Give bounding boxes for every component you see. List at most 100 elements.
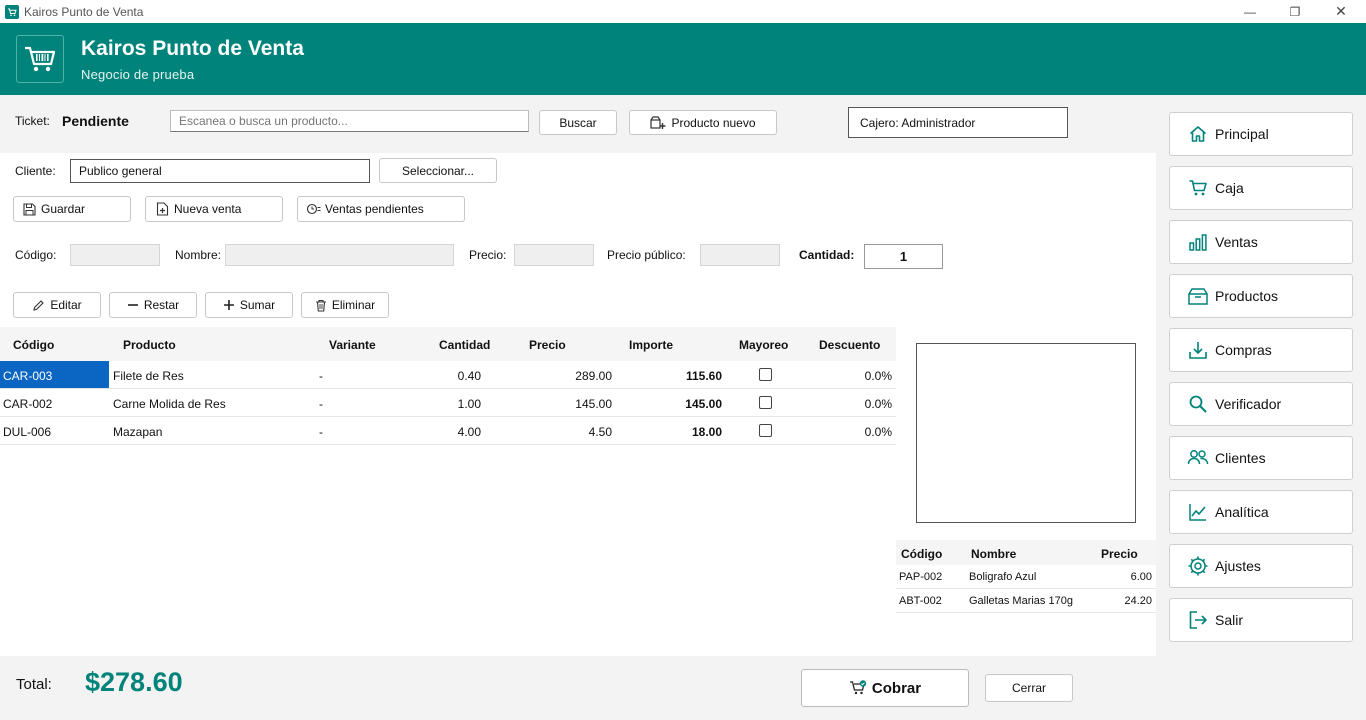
suggest-col-code[interactable]: Código xyxy=(901,547,942,561)
row-variant: - xyxy=(319,397,323,411)
total-label: Total: xyxy=(16,676,52,693)
save-button[interactable]: Guardar xyxy=(13,196,131,222)
row-amount: 18.00 xyxy=(691,425,722,439)
suggest-name: Galletas Marias 170g xyxy=(969,595,1073,607)
suggest-col-price[interactable]: Precio xyxy=(1101,547,1138,561)
suggest-col-name[interactable]: Nombre xyxy=(971,547,1016,561)
quantity-input[interactable]: 1 xyxy=(864,244,943,269)
gear-icon xyxy=(1187,555,1209,577)
search-button[interactable]: Buscar xyxy=(539,110,617,135)
delete-button[interactable]: Eliminar xyxy=(301,292,389,318)
price-label: Precio: xyxy=(469,248,507,262)
col-price[interactable]: Precio xyxy=(529,338,566,352)
sidebar-item-salir[interactable]: Salir xyxy=(1169,598,1353,642)
sidebar-item-compras[interactable]: Compras xyxy=(1169,328,1353,372)
table-row[interactable]: DUL-006 Mazapan - 4.00 4.50 18.00 0.0% xyxy=(0,417,896,445)
restore-button[interactable]: ❐ xyxy=(1272,0,1318,23)
window-titlebar: Kairos Punto de Venta — ❐ ✕ xyxy=(0,0,1366,23)
public-price-label: Precio público: xyxy=(607,248,686,262)
sidebar-item-label: Productos xyxy=(1215,288,1279,304)
sidebar-nav: Principal Caja Ventas Productos Compras … xyxy=(1156,95,1366,720)
col-quantity[interactable]: Cantidad xyxy=(439,338,490,352)
ticket-label: Ticket: xyxy=(15,114,50,128)
app-header: Kairos Punto de Venta Negocio de prueba xyxy=(0,23,1366,95)
new-product-button[interactable]: Producto nuevo xyxy=(629,110,777,135)
public-price-field xyxy=(700,244,780,266)
col-discount[interactable]: Descuento xyxy=(819,338,880,352)
total-value: $278.60 xyxy=(85,667,183,697)
window-title: Kairos Punto de Venta xyxy=(24,4,144,19)
pencil-icon xyxy=(32,299,45,312)
row-code: CAR-003 xyxy=(3,369,53,383)
sidebar-item-verificador[interactable]: Verificador xyxy=(1169,382,1353,426)
pending-sales-button[interactable]: Ventas pendientes xyxy=(297,196,465,222)
cart-icon xyxy=(1187,177,1209,199)
row-price: 145.00 xyxy=(575,397,612,411)
row-price: 4.50 xyxy=(588,425,612,439)
col-amount[interactable]: Importe xyxy=(629,338,673,352)
sidebar-item-label: Salir xyxy=(1215,612,1244,628)
wholesale-checkbox[interactable] xyxy=(759,396,772,409)
list-item[interactable]: PAP-002 Boligrafo Azul 6.00 xyxy=(896,565,1156,589)
row-amount: 145.00 xyxy=(685,397,722,411)
row-code: DUL-006 xyxy=(3,425,52,439)
row-amount: 115.60 xyxy=(685,369,722,383)
minimize-button[interactable]: — xyxy=(1227,0,1273,23)
sidebar-item-label: Analítica xyxy=(1215,504,1269,520)
sidebar-item-label: Ventas xyxy=(1215,234,1258,250)
table-row[interactable]: CAR-002 Carne Molida de Res - 1.00 145.0… xyxy=(0,389,896,417)
col-code[interactable]: Código xyxy=(13,338,54,352)
sidebar-item-principal[interactable]: Principal xyxy=(1169,112,1353,156)
sidebar-item-analitica[interactable]: Analítica xyxy=(1169,490,1353,534)
select-client-button[interactable]: Seleccionar... xyxy=(379,158,497,183)
col-wholesale[interactable]: Mayoreo xyxy=(739,338,788,352)
price-field xyxy=(514,244,594,266)
col-variant[interactable]: Variante xyxy=(329,338,376,352)
trash-icon xyxy=(315,299,327,312)
business-name: Negocio de prueba xyxy=(81,67,195,82)
row-product: Filete de Res xyxy=(113,369,184,383)
new-sale-button[interactable]: Nueva venta xyxy=(145,196,283,222)
suggest-price: 6.00 xyxy=(1130,571,1152,583)
sidebar-item-ajustes[interactable]: Ajustes xyxy=(1169,544,1353,588)
close-button[interactable]: Cerrar xyxy=(985,674,1073,702)
row-discount: 0.0% xyxy=(864,397,892,411)
row-variant: - xyxy=(319,369,323,383)
sidebar-item-clientes[interactable]: Clientes xyxy=(1169,436,1353,480)
minus-icon xyxy=(127,299,139,311)
search-icon xyxy=(1187,393,1209,415)
app-cart-icon xyxy=(5,4,19,19)
sale-table-header: Código Producto Variante Cantidad Precio… xyxy=(0,327,896,361)
sidebar-item-productos[interactable]: Productos xyxy=(1169,274,1353,318)
edit-button[interactable]: Editar xyxy=(13,292,101,318)
wholesale-checkbox[interactable] xyxy=(759,368,772,381)
edit-label: Editar xyxy=(50,298,82,312)
client-label: Cliente: xyxy=(15,164,56,178)
suggest-table-header: Código Nombre Precio xyxy=(896,540,1156,565)
sidebar-item-label: Verificador xyxy=(1215,396,1282,412)
charge-button[interactable]: Cobrar xyxy=(801,669,969,707)
code-label: Código: xyxy=(15,248,57,262)
ticket-status: Pendiente xyxy=(62,113,129,129)
new-product-label: Producto nuevo xyxy=(671,115,756,130)
app-title: Kairos Punto de Venta xyxy=(81,37,304,60)
delete-label: Eliminar xyxy=(331,298,376,312)
close-window-button[interactable]: ✕ xyxy=(1318,0,1364,23)
quantity-label: Cantidad: xyxy=(799,248,855,262)
cart-check-icon xyxy=(849,680,867,696)
sidebar-item-label: Clientes xyxy=(1215,450,1266,466)
sidebar-item-caja[interactable]: Caja xyxy=(1169,166,1353,210)
row-quantity: 1.00 xyxy=(457,397,481,411)
home-icon xyxy=(1187,123,1209,145)
wholesale-checkbox[interactable] xyxy=(759,424,772,437)
product-search-input[interactable] xyxy=(170,110,529,132)
suggest-code: PAP-002 xyxy=(899,571,943,583)
list-item[interactable]: ABT-002 Galletas Marias 170g 24.20 xyxy=(896,589,1156,613)
subtract-button[interactable]: Restar xyxy=(109,292,197,318)
download-tray-icon xyxy=(1187,339,1209,361)
table-row[interactable]: CAR-003 Filete de Res - 0.40 289.00 115.… xyxy=(0,361,896,389)
client-field[interactable]: Publico general xyxy=(70,159,370,183)
col-product[interactable]: Producto xyxy=(123,338,176,352)
sidebar-item-ventas[interactable]: Ventas xyxy=(1169,220,1353,264)
add-button[interactable]: Sumar xyxy=(205,292,293,318)
